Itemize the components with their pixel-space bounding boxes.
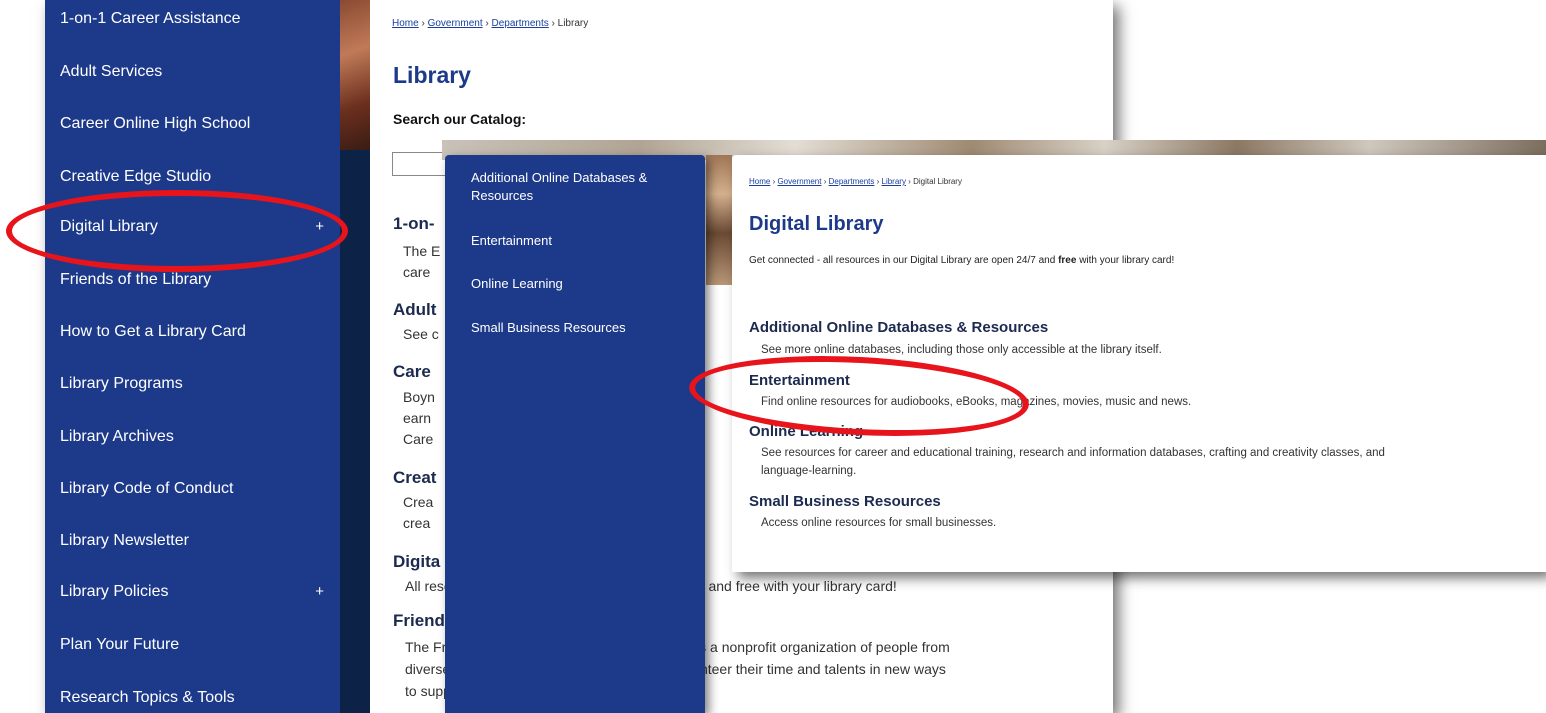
sidebar-item-label: Research Topics & Tools — [60, 689, 235, 706]
section-heading-additional-online-databases[interactable]: Additional Online Databases & Resources — [749, 319, 1048, 336]
sidebar-item-library-archives[interactable]: Library Archives — [60, 422, 330, 452]
sidebar-item-online-learning[interactable]: Online Learning — [471, 275, 691, 293]
section-text: Access online resources for small busine… — [761, 517, 997, 529]
intro-text: Get connected - all resources in our Dig… — [749, 255, 1174, 266]
breadcrumb: Home › Government › Departments › Librar… — [749, 177, 962, 186]
decorative-photo — [340, 0, 370, 150]
sidebar-item-label: Library Code of Conduct — [60, 480, 234, 497]
section-heading-online-learning[interactable]: Online Learning — [749, 423, 863, 440]
sidebar-item-library-newsletter[interactable]: Library Newsletter — [60, 526, 330, 556]
breadcrumb-current: Digital Library — [913, 177, 962, 186]
sidebar-item-label: Friends of the Library — [60, 271, 212, 288]
sidebar-item-career-online-high-school[interactable]: Career Online High School — [60, 109, 330, 139]
section-text: See more online databases, including tho… — [761, 344, 1162, 356]
section-text-fragment: Boyn — [403, 389, 435, 405]
breadcrumb-home-link[interactable]: Home — [749, 177, 770, 186]
sidebar-item-label: How to Get a Library Card — [60, 323, 246, 340]
sidebar-item-how-to-get-a-library-card[interactable]: How to Get a Library Card — [60, 317, 330, 347]
intro-text-part: with your library card! — [1076, 255, 1175, 266]
sidebar-item-adult-services[interactable]: Adult Services — [60, 57, 330, 87]
sidebar-item-library-policies[interactable]: Library Policies + — [60, 577, 330, 607]
sidebar-item-label: Library Newsletter — [60, 532, 189, 549]
section-heading-adult[interactable]: Adult — [393, 300, 436, 320]
digital-library-sidebar-nav: Additional Online Databases & Resources … — [445, 155, 705, 713]
sidebar-item-library-programs[interactable]: Library Programs — [60, 369, 330, 399]
sidebar-item-label: Library Archives — [60, 428, 174, 445]
section-heading-small-business[interactable]: Small Business Resources — [749, 493, 941, 510]
sidebar-item-label: Digital Library — [60, 218, 158, 235]
breadcrumb-separator: › — [874, 177, 882, 186]
sidebar-item-research-topics-tools[interactable]: Research Topics & Tools — [60, 683, 330, 713]
sidebar-item-label: Library Programs — [60, 375, 183, 392]
section-text-fragment: The E — [403, 243, 441, 259]
sidebar-item-plan-your-future[interactable]: Plan Your Future — [60, 630, 330, 660]
section-text-fragment: Care — [403, 431, 434, 447]
breadcrumb-separator: › — [905, 177, 914, 186]
sidebar-item-library-code-of-conduct[interactable]: Library Code of Conduct — [60, 474, 330, 504]
sidebar-item-digital-library[interactable]: Digital Library + — [60, 212, 330, 242]
breadcrumb-government-link[interactable]: Government — [777, 177, 821, 186]
breadcrumb-library-link[interactable]: Library — [882, 177, 906, 186]
section-text-fragment: See c — [403, 326, 439, 342]
breadcrumb-separator: › — [482, 18, 492, 29]
breadcrumb: Home › Government › Departments › Librar… — [392, 18, 588, 29]
section-text-fragment: earn — [403, 410, 432, 426]
section-heading-1-on-1[interactable]: 1-on- — [393, 214, 435, 234]
sidebar-item-additional-online-databases[interactable]: Additional Online Databases & Resources — [471, 169, 691, 205]
sidebar-item-label: Plan Your Future — [60, 636, 180, 653]
intro-text-bold: free — [1058, 255, 1077, 266]
section-text-fragment: care — [403, 264, 431, 280]
breadcrumb-home-link[interactable]: Home — [392, 18, 419, 29]
page-title: Library — [393, 62, 471, 88]
breadcrumb-separator: › — [548, 18, 558, 29]
section-heading-entertainment[interactable]: Entertainment — [749, 372, 850, 389]
sidebar-item-label: Library Policies — [60, 583, 169, 600]
breadcrumb-departments-link[interactable]: Departments — [829, 177, 875, 186]
sidebar-item-label: Adult Services — [60, 63, 163, 80]
expand-plus-icon[interactable]: + — [315, 577, 324, 607]
decorative-photo-strip — [340, 0, 370, 713]
page-title: Digital Library — [749, 213, 884, 235]
section-heading-career[interactable]: Care — [393, 362, 431, 382]
sidebar-item-label: Career Online High School — [60, 115, 251, 132]
breadcrumb-separator: › — [821, 177, 829, 186]
hero-photo-fragment — [706, 155, 732, 285]
breadcrumb-separator: › — [418, 18, 428, 29]
library-sidebar-nav: 1-on-1 Career Assistance Adult Services … — [45, 0, 340, 713]
section-heading-creative[interactable]: Creat — [393, 468, 436, 488]
sidebar-item-label: 1-on-1 Career Assistance — [60, 10, 241, 27]
section-text: See resources for career and educational… — [761, 447, 1385, 459]
sidebar-item-friends-of-the-library[interactable]: Friends of the Library — [60, 265, 330, 295]
sidebar-item-label: Creative Edge Studio — [60, 168, 212, 185]
expand-plus-icon[interactable]: + — [315, 212, 324, 242]
sidebar-item-small-business-resources[interactable]: Small Business Resources — [471, 319, 691, 337]
intro-text-part: Get connected - all resources in our Dig… — [749, 255, 1059, 266]
section-text-fragment: crea — [403, 515, 431, 531]
breadcrumb-current: Library — [557, 18, 589, 29]
breadcrumb-departments-link[interactable]: Departments — [492, 18, 549, 29]
section-text-fragment: Crea — [403, 494, 434, 510]
sidebar-item-entertainment[interactable]: Entertainment — [471, 232, 691, 250]
sidebar-item-1-on-1-career-assistance[interactable]: 1-on-1 Career Assistance — [60, 4, 330, 34]
search-catalog-label: Search our Catalog: — [393, 111, 527, 127]
section-text: Find online resources for audiobooks, eB… — [761, 396, 1192, 408]
sidebar-item-creative-edge-studio[interactable]: Creative Edge Studio — [60, 162, 330, 192]
section-text-continued: language-learning. — [761, 465, 857, 477]
digital-library-main-content: Home › Government › Departments › Librar… — [732, 155, 1546, 572]
section-heading-digital[interactable]: Digita — [393, 552, 440, 572]
breadcrumb-government-link[interactable]: Government — [428, 18, 483, 29]
